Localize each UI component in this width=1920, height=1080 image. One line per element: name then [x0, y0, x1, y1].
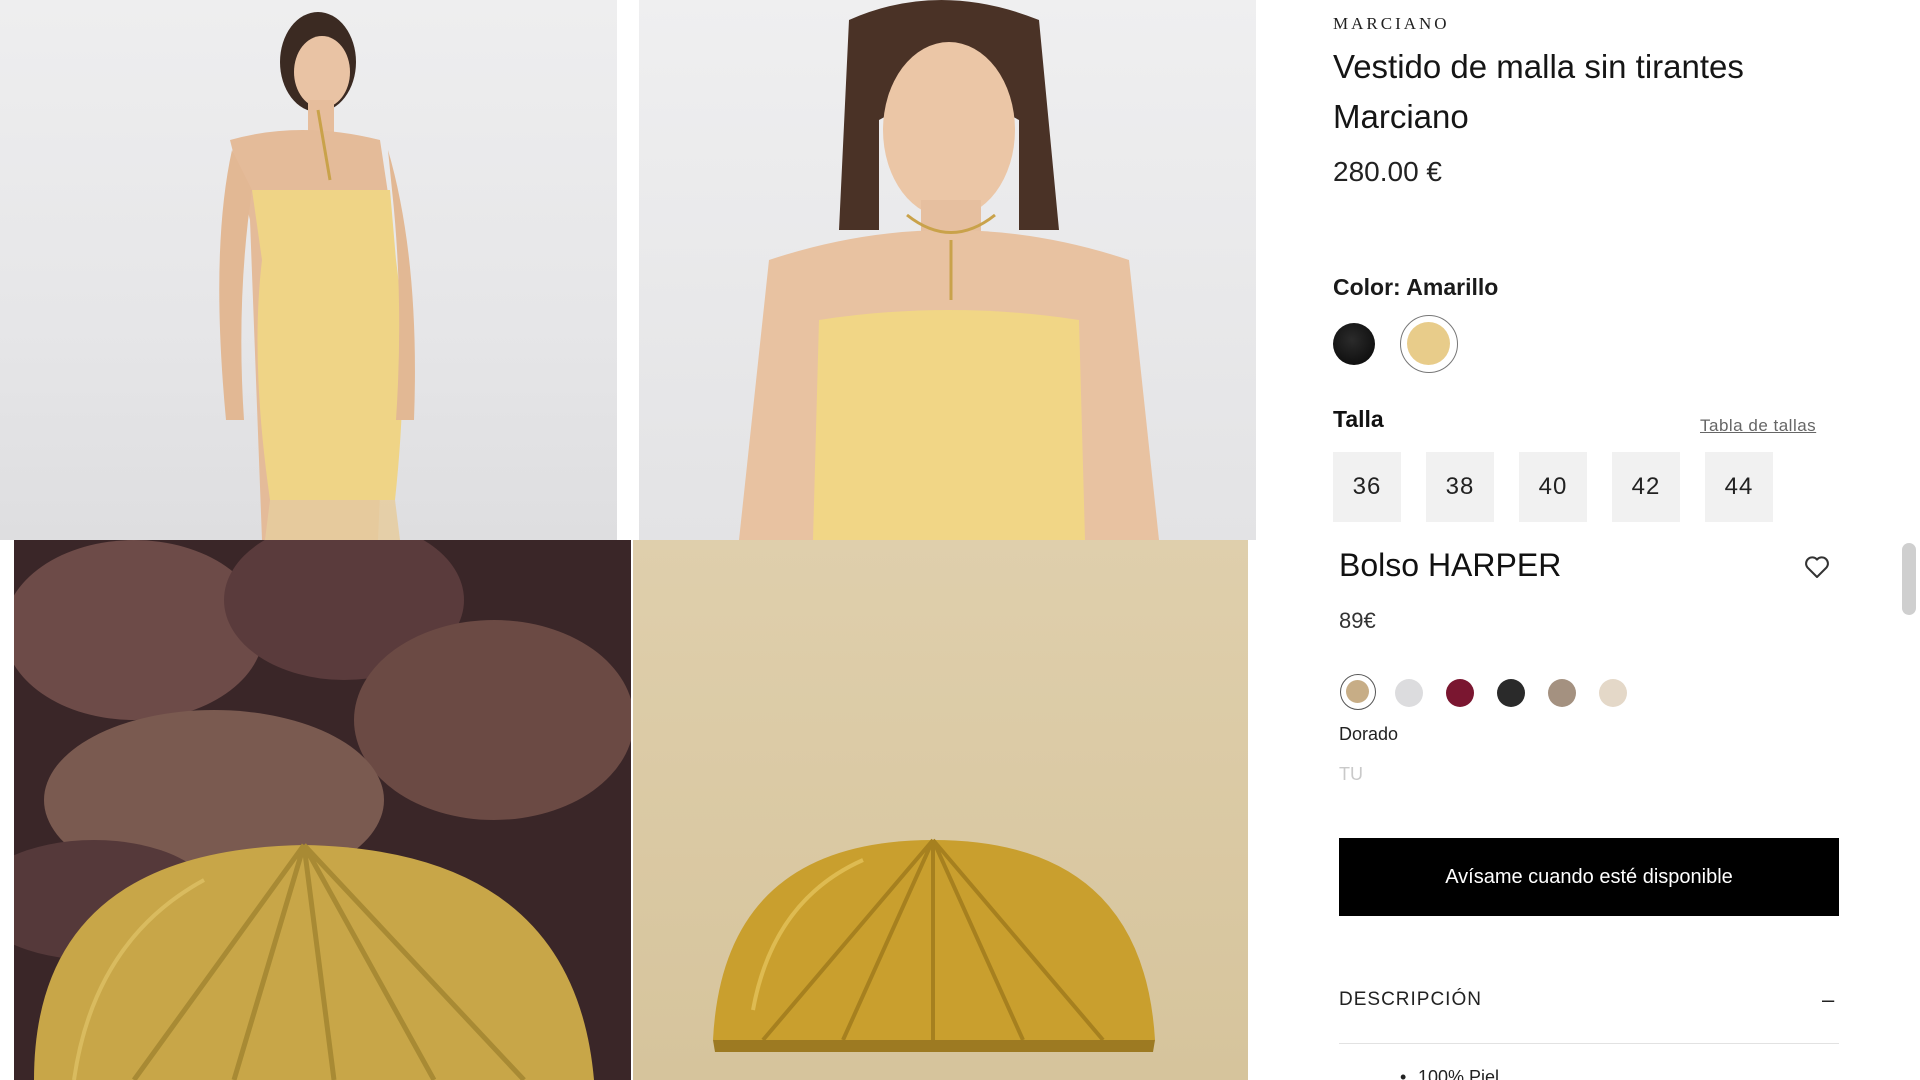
bag-color-swatch-black[interactable] [1497, 679, 1525, 707]
product-image-model-closeup[interactable] [639, 0, 1256, 540]
product-price: 280.00 € [1333, 156, 1442, 187]
size-button-36[interactable]: 36 [1333, 452, 1401, 522]
color-swatch-yellow[interactable] [1400, 315, 1458, 373]
bag-selected-color-name: Dorado [1339, 724, 1399, 744]
size-button-38[interactable]: 38 [1426, 452, 1494, 522]
model-closeup-illustration [739, 0, 1159, 540]
color-label-prefix: Color: [1333, 274, 1401, 300]
bag-color-swatch-beige[interactable] [1599, 679, 1627, 707]
color-swatch-yellow-fill [1407, 322, 1450, 365]
color-swatch-black[interactable] [1333, 323, 1375, 365]
size-guide-link[interactable]: Tabla de tallas [1700, 416, 1816, 436]
bag-color-swatch-taupe[interactable] [1548, 679, 1576, 707]
bag-image-studio[interactable] [633, 540, 1248, 1080]
bag-price: 89€ [1339, 608, 1376, 633]
size-button-44[interactable]: 44 [1705, 452, 1773, 522]
bag-title: Bolso HARPER [1339, 547, 1562, 583]
product-title: Vestido de malla sin tirantes Marciano [1333, 48, 1744, 135]
size-label: Talla [1333, 406, 1384, 432]
heart-icon[interactable] [1804, 555, 1830, 579]
bag-color-swatch-gold[interactable] [1340, 674, 1376, 710]
product-image-model-full[interactable] [0, 0, 617, 540]
model-full-illustration [219, 12, 415, 540]
description-header[interactable]: DESCRIPCIÓN [1339, 989, 1482, 1011]
brand-name: MARCIANO [1333, 14, 1450, 33]
color-value: Amarillo [1406, 274, 1499, 300]
bag-color-swatch-silver[interactable] [1395, 679, 1423, 707]
notify-when-available-button[interactable]: Avísame cuando esté disponible [1339, 838, 1839, 916]
size-button-40[interactable]: 40 [1519, 452, 1587, 522]
description-divider [1339, 1043, 1839, 1044]
bag-size-option[interactable]: TU [1339, 764, 1363, 785]
size-button-42[interactable]: 42 [1612, 452, 1680, 522]
bag-color-swatch-burgundy[interactable] [1446, 679, 1474, 707]
bag-image-lifestyle[interactable] [14, 540, 631, 1080]
scrollbar-thumb[interactable] [1902, 543, 1916, 615]
color-label: Color: Amarillo [1333, 274, 1498, 301]
description-item: 100% Piel [1400, 1067, 1499, 1080]
description-collapse-icon[interactable]: – [1822, 987, 1834, 1013]
bag-studio-illustration [713, 838, 1155, 1052]
bag-lifestyle-illustration [14, 540, 631, 1080]
bag-color-swatch-gold-fill [1346, 680, 1369, 703]
